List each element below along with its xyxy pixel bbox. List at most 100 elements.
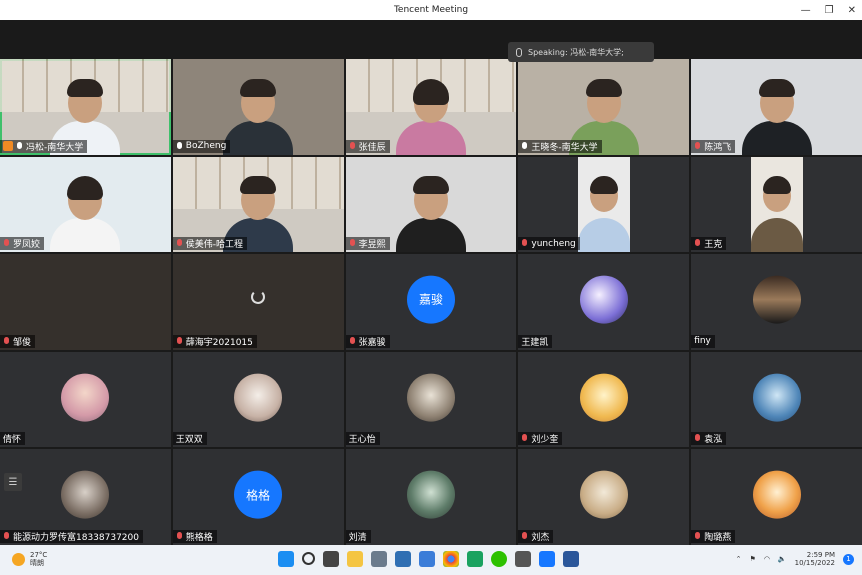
participant-name: yuncheng <box>531 238 576 249</box>
avatar <box>579 373 628 422</box>
tray-apps-icon[interactable]: ⚑ <box>750 555 756 563</box>
participant-video <box>395 75 466 155</box>
mic-muted-icon <box>349 239 356 248</box>
clock[interactable]: 2:59 PM 10/15/2022 <box>795 551 835 567</box>
start-icon[interactable] <box>278 551 294 567</box>
participant-name: 王克 <box>704 240 723 251</box>
speaking-label: Speaking: 冯松-南华大学; <box>528 47 624 57</box>
mic-muted-icon <box>521 239 528 248</box>
avatar: 格格 <box>234 470 283 519</box>
task-view-icon[interactable] <box>323 551 339 567</box>
weather-widget[interactable]: 27°C 晴朗 <box>12 551 47 567</box>
close-icon[interactable]: ✕ <box>848 5 856 16</box>
participant-tile[interactable]: yuncheng <box>518 156 690 253</box>
participant-tile[interactable]: 刘杰 <box>518 449 690 545</box>
participant-name: 袁泓 <box>704 435 723 446</box>
participant-name-bar: 熊格格 <box>172 529 217 543</box>
participant-tile[interactable]: 刘少奎 <box>518 351 690 448</box>
maximize-icon[interactable]: ❐ <box>825 5 834 16</box>
pdf-icon[interactable] <box>467 551 483 567</box>
participant-tile[interactable]: 邹俊 <box>0 254 171 350</box>
participant-tile[interactable]: 张佳辰 <box>345 59 517 155</box>
participant-tile[interactable]: 刘清 <box>345 449 517 545</box>
wechat-icon[interactable] <box>491 551 507 567</box>
mic-muted-icon <box>521 434 528 443</box>
participant-name: 罗凤姣 <box>13 240 41 251</box>
minimize-icon[interactable]: — <box>801 5 811 16</box>
app-icon[interactable] <box>515 551 531 567</box>
participant-tile[interactable]: 冯松-南华大学 <box>0 59 171 155</box>
date: 10/15/2022 <box>794 559 835 567</box>
participant-name: 王双双 <box>175 435 203 446</box>
participant-name-bar: 王心怡 <box>345 432 380 446</box>
notification-badge[interactable]: 1 <box>843 553 854 565</box>
participant-name: 王心怡 <box>348 435 376 446</box>
mic-muted-icon <box>3 336 10 346</box>
avatar <box>61 470 110 519</box>
participant-tile[interactable]: finy <box>691 254 862 350</box>
loading-spinner-icon <box>251 290 266 305</box>
participant-tile[interactable]: 王克 <box>691 156 862 253</box>
participant-name-bar: 陶璐燕 <box>691 529 736 543</box>
chrome-icon[interactable] <box>443 551 459 567</box>
participant-name-bar: 王建凯 <box>518 334 553 348</box>
mic-muted-icon <box>521 531 528 541</box>
participant-name: 薛海宇2021015 <box>185 337 253 348</box>
participant-name-bar: 王晓冬-南华大学 <box>518 139 602 153</box>
participant-tile[interactable]: 王建凯 <box>518 254 690 350</box>
participant-tile[interactable]: 王心怡 <box>345 351 517 448</box>
participant-name: 刘少奎 <box>531 435 559 446</box>
participant-tile[interactable]: 薛海宇2021015 <box>172 254 344 350</box>
wifi-icon[interactable]: ◠ <box>764 555 770 563</box>
participant-name: 陈鸿飞 <box>704 142 732 153</box>
mic-on-icon <box>16 141 23 151</box>
speaking-indicator: Speaking: 冯松-南华大学; <box>508 42 654 62</box>
participant-tile[interactable]: 王双双 <box>172 351 344 448</box>
calculator-icon[interactable] <box>371 551 387 567</box>
file-explorer-icon[interactable] <box>347 551 363 567</box>
chevron-up-icon[interactable]: ⌃ <box>736 555 742 563</box>
volume-icon[interactable]: 🔈 <box>778 555 787 563</box>
participant-tile[interactable]: 李昱熙 <box>345 156 517 253</box>
participant-tile[interactable]: 陈鸿飞 <box>691 59 862 155</box>
participant-tile[interactable]: 嘉骏 张嘉骏 <box>345 254 517 350</box>
participant-name-bar: 张佳辰 <box>345 139 390 153</box>
time: 2:59 PM <box>806 551 835 559</box>
tencent-meeting-icon[interactable] <box>539 551 555 567</box>
participant-name: BoZheng <box>185 141 227 152</box>
participant-tile[interactable]: 袁泓 <box>691 351 862 448</box>
participant-tile[interactable]: 罗凤姣 <box>0 156 171 253</box>
avatar <box>579 470 628 519</box>
mic-on-icon <box>176 141 183 151</box>
participant-name-bar: 倩怀 <box>0 432 26 446</box>
participant-video <box>395 172 466 253</box>
avatar-text: 格格 <box>246 488 271 503</box>
participant-name: 张嘉骏 <box>358 337 386 348</box>
participant-tile[interactable]: BoZheng <box>172 59 344 155</box>
participant-name: 王晓冬-南华大学 <box>531 142 598 153</box>
mic-muted-icon <box>694 434 701 443</box>
title-bar: Tencent Meeting — ❐ ✕ <box>0 0 862 20</box>
mic-muted-icon <box>694 141 701 151</box>
word-icon[interactable] <box>563 551 579 567</box>
avatar <box>406 373 455 422</box>
participant-name-bar: 张嘉骏 <box>345 334 390 348</box>
participant-tile[interactable]: 格格 熊格格 <box>172 449 344 545</box>
avatar <box>752 275 801 324</box>
participant-tile[interactable]: 陶璐燕 <box>691 449 862 545</box>
participant-video <box>750 156 803 253</box>
participant-name: 张佳辰 <box>358 142 386 153</box>
participant-tile[interactable]: 王晓冬-南华大学 <box>518 59 690 155</box>
participant-tile[interactable]: 倩怀 <box>0 351 171 448</box>
participant-tile[interactable]: 侯美伟-哈工程 <box>172 156 344 253</box>
participant-name-bar: 李昱熙 <box>345 237 390 251</box>
participant-tile[interactable]: ☰ 能源动力罗传富18338737200 <box>0 449 171 545</box>
participant-name: 熊格格 <box>185 532 213 543</box>
search-icon[interactable] <box>302 552 315 565</box>
settings-icon[interactable] <box>419 551 435 567</box>
participant-list-icon[interactable]: ☰ <box>4 473 22 492</box>
sun-icon <box>12 552 25 566</box>
mic-on-icon <box>521 141 528 151</box>
window-title: Tencent Meeting <box>393 5 469 15</box>
app-icon[interactable] <box>395 551 411 567</box>
